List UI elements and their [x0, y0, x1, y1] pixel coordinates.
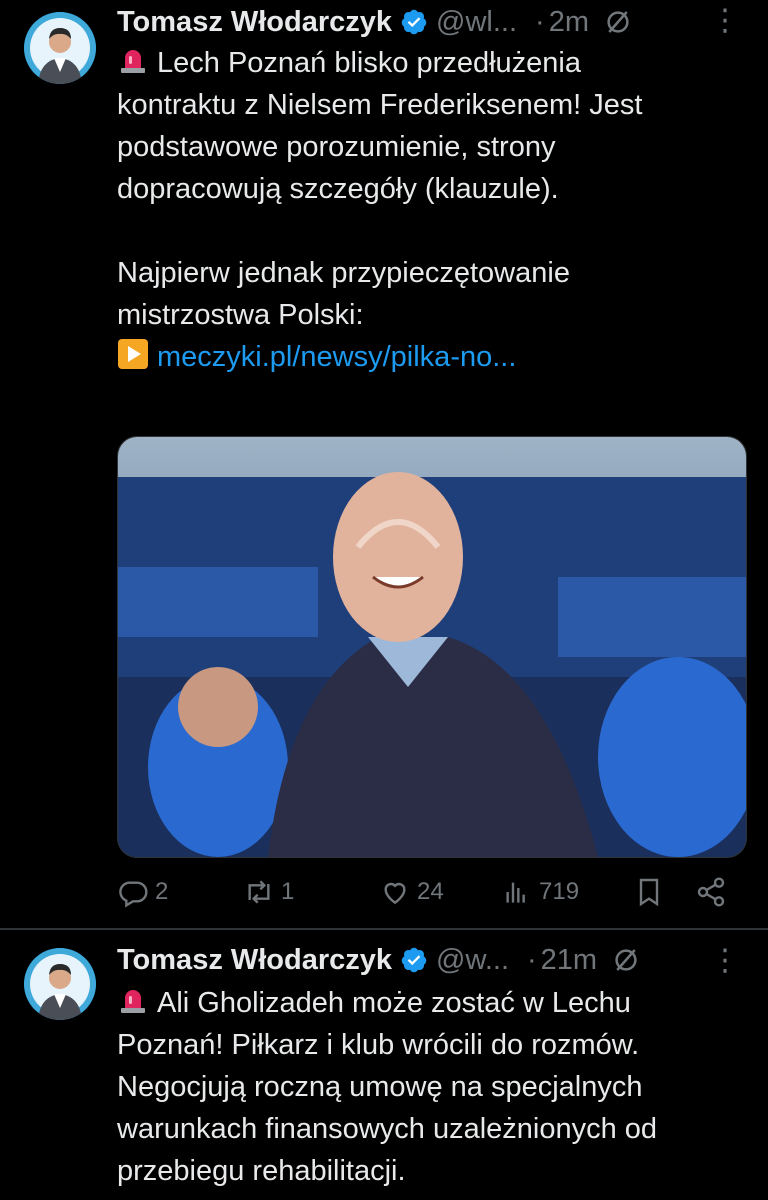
bookmark-button[interactable]	[633, 876, 665, 908]
repost-count: 1	[281, 878, 295, 905]
tweet-1[interactable]: Tomasz Włodarczyk @wl... · 2m ⋮ Lech Poz…	[0, 0, 768, 928]
tweet-2[interactable]: Tomasz Włodarczyk @w... · 21m ⋮ Ali Ghol…	[0, 930, 768, 1200]
verified-badge-icon	[401, 9, 427, 35]
separator-dot: ·	[527, 943, 537, 976]
police-light-emoji	[121, 990, 145, 1013]
avatar[interactable]	[24, 948, 96, 1020]
views-icon	[506, 882, 525, 903]
tweet-header: Tomasz Włodarczyk @wl... · 2m	[117, 2, 633, 42]
tweet-actions: 2 1 24 719	[117, 870, 747, 916]
timestamp[interactable]: 2m	[549, 6, 589, 39]
reply-button[interactable]: 2	[117, 876, 168, 908]
like-button[interactable]: 24	[379, 876, 444, 908]
grok-icon[interactable]	[603, 7, 633, 37]
tweet-image[interactable]	[117, 436, 747, 858]
views-count: 719	[539, 878, 580, 905]
grok-icon[interactable]	[611, 945, 641, 975]
tweet-text: Ali Gholizadeh może zostać w Lechu Pozna…	[117, 982, 747, 1192]
tweet-header: Tomasz Włodarczyk @w... · 21m	[117, 940, 641, 980]
author-name[interactable]: Tomasz Włodarczyk	[117, 6, 392, 39]
tweet-link[interactable]: meczyki.pl/newsy/pilka-no...	[157, 341, 516, 373]
reply-count: 2	[155, 878, 169, 905]
share-button[interactable]	[695, 876, 727, 908]
repost-button[interactable]: 1	[243, 876, 294, 908]
more-icon[interactable]: ⋮	[710, 946, 740, 976]
police-light-emoji	[121, 50, 145, 73]
tweet-body: Lech Poznań blisko przedłużenia kontrakt…	[117, 47, 643, 331]
repost-icon	[248, 880, 270, 904]
like-count: 24	[417, 878, 444, 905]
share-icon	[697, 877, 725, 907]
play-emoji	[118, 339, 148, 369]
author-handle[interactable]: @w...	[436, 944, 509, 977]
like-icon	[384, 882, 406, 905]
timestamp[interactable]: 21m	[541, 944, 597, 977]
more-icon[interactable]: ⋮	[710, 6, 740, 36]
views-button[interactable]: 719	[501, 876, 579, 908]
tweet-text: Lech Poznań blisko przedłużenia kontrakt…	[117, 42, 747, 378]
separator-dot: ·	[535, 5, 545, 38]
author-handle[interactable]: @wl...	[436, 6, 517, 39]
verified-badge-icon	[401, 947, 427, 973]
tweet-body: Ali Gholizadeh może zostać w Lechu Pozna…	[117, 987, 658, 1187]
author-name[interactable]: Tomasz Włodarczyk	[117, 944, 392, 977]
reply-icon	[119, 881, 148, 908]
avatar[interactable]	[24, 12, 96, 84]
bookmark-icon	[639, 878, 659, 907]
